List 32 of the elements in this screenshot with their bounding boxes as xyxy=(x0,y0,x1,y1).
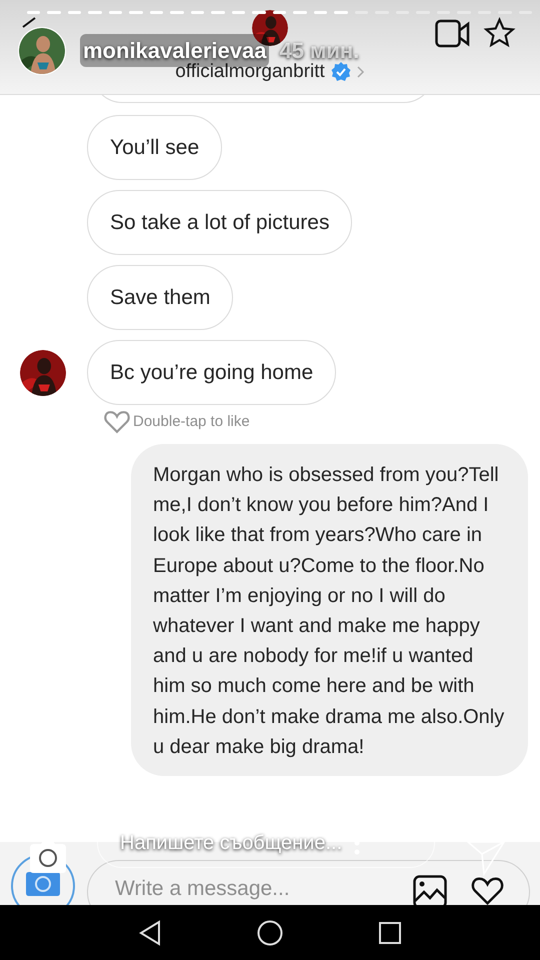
story-progress-segment xyxy=(190,11,204,14)
story-progress-segment xyxy=(232,11,246,14)
story-progress-segment xyxy=(108,11,122,14)
double-tap-hint: Double-tap to like xyxy=(133,412,250,432)
story-progress-segment xyxy=(68,11,82,14)
message-bubble: Save them xyxy=(87,265,234,330)
message-bubble: Bc you’re going home xyxy=(87,340,336,405)
image-icon[interactable] xyxy=(413,875,447,905)
video-call-icon[interactable] xyxy=(435,19,471,49)
story-progress-segment xyxy=(170,11,184,14)
story-progress-segment xyxy=(129,11,143,14)
star-icon[interactable] xyxy=(483,17,516,49)
story-progress-segment xyxy=(334,11,348,14)
heart-icon[interactable] xyxy=(470,876,505,905)
story-progress-segment xyxy=(27,11,40,14)
story-progress-segment xyxy=(314,11,328,14)
story-progress-segment xyxy=(150,11,164,14)
message-bubble: You’ll see xyxy=(87,115,222,180)
reply-placeholder: Напишете съобщение... xyxy=(120,831,342,856)
message-bubble: Morgan who is obsessed from you?Tell me,I don’t know you before him?And I look like that from years?Who care in Europe about u?Come to the floor.No matter I’m enjoying or no I will do whatever I want and make me happy and u are nobody for me!if u wanted him so much come here and be with him.He don’t make drama me also.Only u dear make big drama! xyxy=(131,444,528,776)
story-progress-segment xyxy=(47,11,61,14)
recents-icon[interactable] xyxy=(378,920,402,944)
home-icon[interactable] xyxy=(257,920,283,946)
story-progress-segment xyxy=(272,11,286,14)
message-placeholder: Write a message... xyxy=(115,876,290,902)
message-bubble: So take a lot of pictures xyxy=(87,190,352,255)
story-progress-segment xyxy=(293,11,307,14)
chevron-icon xyxy=(356,66,365,78)
story-time: 45 мин. xyxy=(279,37,360,63)
story-progress-segment xyxy=(88,11,102,14)
story-progress-segment xyxy=(211,11,225,14)
story-progress-segment xyxy=(252,11,266,14)
